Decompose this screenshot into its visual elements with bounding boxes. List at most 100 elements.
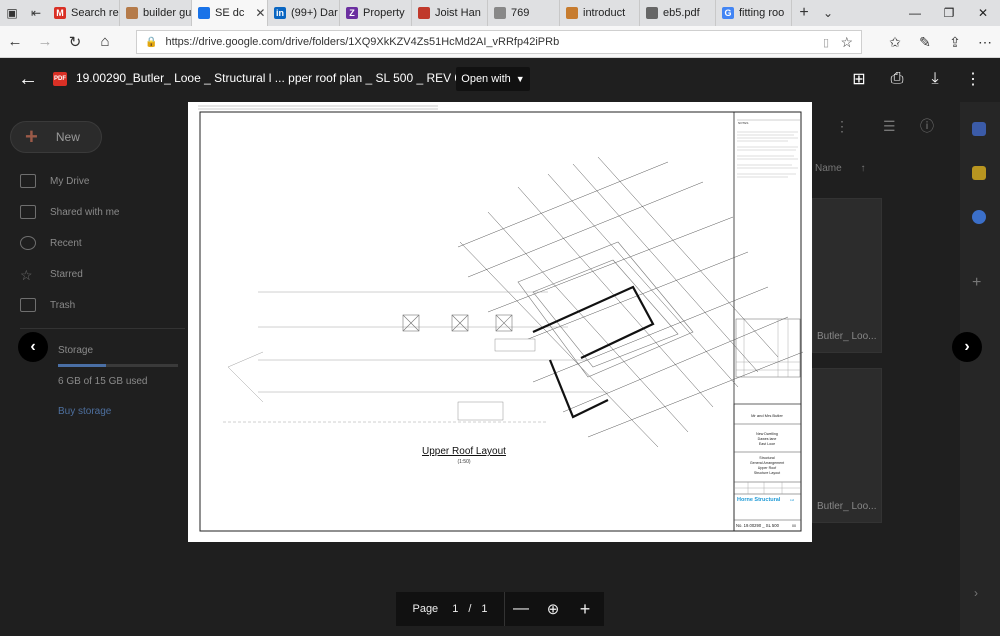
project-line-1: New Dwelling: [756, 432, 778, 436]
file-card[interactable]: Butler_ Loo...: [812, 198, 882, 353]
notes-icon[interactable]: ✎: [910, 26, 940, 58]
print-icon[interactable]: ⎙: [884, 66, 910, 92]
back-icon[interactable]: ←: [0, 26, 30, 58]
notes-panel: [735, 119, 801, 378]
url-field[interactable]: 🔒 https://drive.google.com/drive/folders…: [136, 30, 862, 54]
browser-tab[interactable]: eb5.pdf: [640, 0, 716, 26]
next-file-button[interactable]: ›: [952, 332, 982, 362]
storage-heading: Storage: [58, 345, 93, 356]
chevron-left-icon: ‹: [30, 338, 36, 355]
tab-actions-icon[interactable]: ▣: [0, 0, 24, 26]
structural-drawing: Upper Roof Layout (1:50) NOTES Mr and Mr…: [198, 105, 804, 532]
browser-tab[interactable]: M Search re: [48, 0, 120, 26]
browser-tab-label: Search re: [71, 7, 119, 19]
storage-bar: [58, 364, 178, 367]
dropdown-arrow-icon: ▼: [515, 74, 525, 84]
more-actions-icon[interactable]: ⋮: [960, 66, 986, 92]
share-icon[interactable]: ⇪: [940, 26, 970, 58]
sidebar-item-trash[interactable]: Trash: [20, 298, 75, 312]
calendar-icon[interactable]: [972, 122, 986, 136]
browser-tab-label: 769: [511, 7, 530, 19]
keep-icon[interactable]: [972, 166, 986, 180]
sidebar-divider: [20, 328, 185, 329]
more-icon[interactable]: ⋯: [970, 26, 1000, 58]
minimize-icon[interactable]: —: [898, 0, 932, 26]
info-icon[interactable]: ⓘ: [920, 116, 934, 136]
zoom-icon[interactable]: ⊕: [537, 600, 569, 618]
browser-tab-label: Joist Han: [435, 7, 481, 19]
download-icon[interactable]: ⤓: [922, 66, 948, 92]
browser-tab-bar: ▣ ⇤ M Search re builder gu SE dc ✕ in (99+) Da…: [0, 0, 1000, 26]
favorite-star-icon[interactable]: ☆: [840, 34, 853, 51]
pdf-file-icon: PDF: [53, 72, 67, 86]
reading-view-icon[interactable]: ▯: [823, 36, 829, 49]
current-page-input[interactable]: 1: [452, 603, 458, 615]
expand-panel-icon[interactable]: ›: [974, 586, 978, 600]
refresh-icon[interactable]: ↻: [60, 26, 90, 58]
browser-tab[interactable]: builder gu: [120, 0, 192, 26]
storage-bar-fill: [58, 364, 106, 367]
browser-tab[interactable]: 769: [488, 0, 560, 26]
open-with-label: Open with: [461, 73, 511, 85]
tasks-icon[interactable]: [972, 210, 986, 224]
favorites-icon[interactable]: ✩: [880, 26, 910, 58]
previous-file-button[interactable]: ‹: [18, 332, 48, 362]
new-tab-icon[interactable]: +: [792, 0, 816, 26]
list-view-icon[interactable]: ☰: [883, 118, 896, 135]
browser-tab-label: Property: [363, 7, 405, 19]
sidebar-item-shared[interactable]: Shared with me: [20, 205, 119, 219]
close-viewer-arrow-icon[interactable]: ←: [18, 68, 38, 91]
add-addon-icon[interactable]: +: [972, 274, 981, 292]
pdf-tab-icon: [646, 7, 658, 19]
page-icon: [494, 7, 506, 19]
site-icon: [418, 7, 430, 19]
zoom-in-icon[interactable]: +: [569, 599, 601, 620]
trash-icon: [20, 298, 36, 312]
notes-heading: NOTES: [738, 121, 748, 125]
buy-storage-link[interactable]: Buy storage: [58, 406, 111, 417]
drawing-line-3: Upper Roof: [758, 466, 776, 470]
url-text: https://drive.google.com/drive/folders/1…: [165, 36, 560, 48]
browser-tab-label: introduct: [583, 7, 626, 19]
browser-tab[interactable]: introduct: [560, 0, 640, 26]
open-with-button[interactable]: Open with ▼: [456, 67, 530, 91]
browser-tab-label: fitting roo: [739, 7, 785, 19]
browser-tab[interactable]: Joist Han: [412, 0, 488, 26]
sidebar-item-my-drive[interactable]: My Drive: [20, 174, 89, 188]
total-pages: 1: [481, 603, 488, 615]
client-name: Mr and Mrs Butler: [751, 413, 783, 418]
sidebar-label: My Drive: [50, 175, 90, 187]
sidebar-label: Starred: [50, 268, 83, 280]
buy-storage-label: Buy storage: [58, 406, 112, 417]
linkedin-icon: in: [274, 7, 286, 19]
company-name: Horne Structural: [737, 497, 781, 503]
browser-tab[interactable]: in (99+) Dar: [268, 0, 340, 26]
home-icon[interactable]: ⌂: [90, 26, 120, 58]
sidebar-label: Trash: [50, 299, 76, 311]
browser-tab[interactable]: Z Property: [340, 0, 412, 26]
more-vert-icon[interactable]: ⋮: [835, 118, 849, 135]
add-to-drive-icon[interactable]: ⊞: [846, 66, 872, 92]
name-column-header[interactable]: Name ↑: [815, 163, 865, 174]
google-icon: G: [722, 7, 734, 19]
file-card[interactable]: Butler_ Loo...: [812, 368, 882, 523]
sidebar-item-recent[interactable]: Recent: [20, 236, 82, 250]
browser-tab[interactable]: SE dc ✕: [192, 0, 268, 26]
house-icon: [126, 7, 138, 19]
browser-tab[interactable]: Gfitting roo: [716, 0, 792, 26]
new-button[interactable]: + New: [10, 121, 102, 153]
storage-used: 6 GB of 15 GB used: [58, 376, 148, 387]
close-window-icon[interactable]: ✕: [966, 0, 1000, 26]
tab-list-chevron-icon[interactable]: ⌄: [816, 0, 840, 26]
storage-used-text: 6 GB of 15 GB used: [58, 376, 148, 387]
star-icon: ☆: [20, 267, 33, 283]
browser-tab-label: (99+) Dar: [291, 7, 338, 19]
page-label: Page: [412, 603, 439, 615]
restore-icon[interactable]: ❐: [932, 0, 966, 26]
close-tab-icon[interactable]: ✕: [255, 6, 265, 20]
set-tabs-aside-icon[interactable]: ⇤: [24, 0, 48, 26]
forward-icon[interactable]: →: [30, 26, 60, 58]
sidebar-item-starred[interactable]: ☆ Starred: [20, 267, 83, 283]
browser-tab-label: eb5.pdf: [663, 7, 700, 19]
zoom-out-icon[interactable]: —: [505, 600, 537, 618]
